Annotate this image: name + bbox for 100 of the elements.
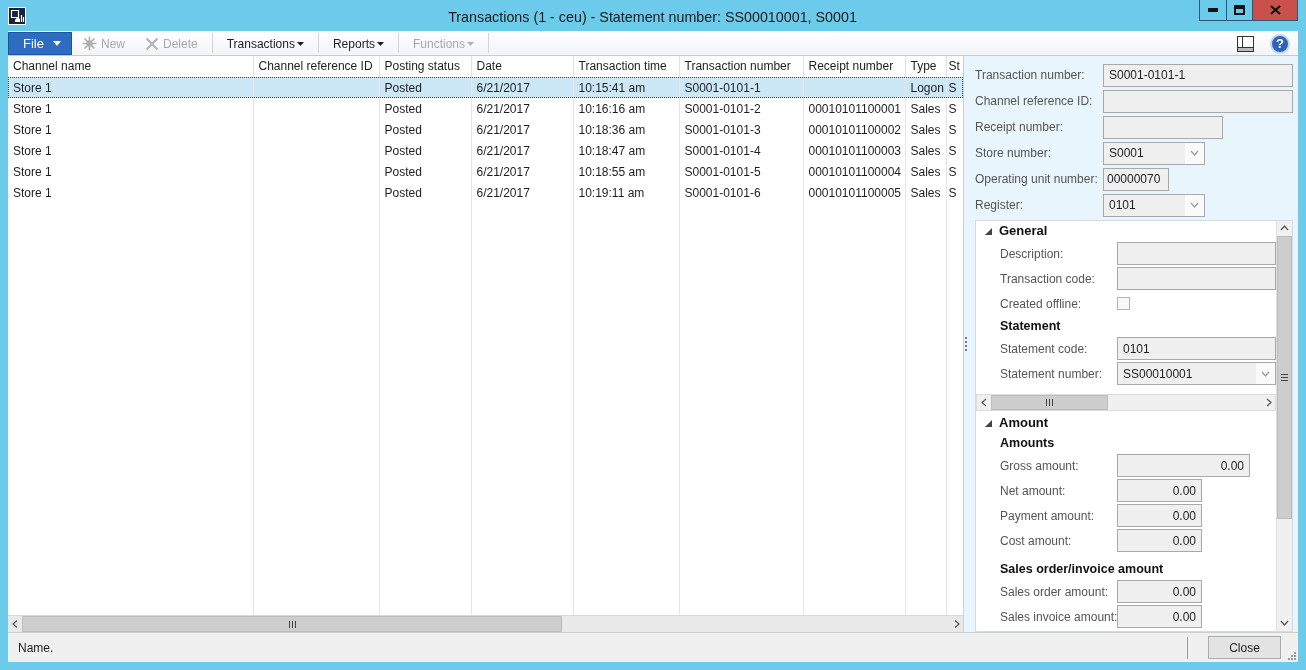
menu-button[interactable]: Transactions: [216, 32, 314, 55]
table-cell: 00010101100005: [803, 182, 905, 203]
table-cell: 10:16:16 am: [573, 98, 679, 119]
resize-grip-icon[interactable]: [1288, 652, 1296, 660]
app-icon: [8, 7, 26, 25]
close-icon: [1269, 5, 1281, 15]
menu-button[interactable]: Reports: [322, 32, 394, 55]
horizontal-scrollbar[interactable]: [8, 615, 963, 632]
text-field[interactable]: [1117, 242, 1276, 265]
text-field[interactable]: 0101: [1117, 337, 1276, 360]
section-toggle[interactable]: Amount: [976, 413, 1276, 433]
scrollbar-thumb[interactable]: [22, 616, 562, 632]
amount-field[interactable]: 0.00: [1117, 580, 1202, 603]
horizontal-scrollbar[interactable]: [976, 394, 1276, 411]
help-button[interactable]: ?: [1270, 33, 1290, 54]
scrollbar-thumb[interactable]: [991, 395, 1108, 410]
minimize-button[interactable]: [1199, 0, 1227, 21]
table-cell: Sales: [905, 161, 946, 182]
table-row[interactable]: Store 1 Posted 6/21/2017 10:16:16 am S0001-0101-2 00010101100001 Sales S: [8, 98, 963, 119]
table-row[interactable]: Store 1 Posted 6/21/2017 10:19:11 am S0001-0101-6 00010101100005 Sales S: [8, 182, 963, 203]
table-cell: S0001-0101-3: [679, 119, 803, 140]
table-cell: Posted: [379, 119, 471, 140]
field-label: Sales invoice amount:: [1000, 608, 1117, 626]
table-cell: 6/21/2017: [471, 140, 573, 161]
table-cell: Sales: [905, 182, 946, 203]
dropdown-field[interactable]: 0101: [1103, 193, 1205, 217]
table-cell: 00010101100003: [803, 140, 905, 161]
text-field[interactable]: 00000070: [1103, 167, 1169, 191]
window-title: Transactions (1 - ceu) - Statement number: SS00010001, S0001: [447, 8, 858, 27]
table-cell: S0001-0101-4: [679, 140, 803, 161]
table-cell: Posted: [379, 140, 471, 161]
table-cell: Posted: [379, 98, 471, 119]
grip-icon: [1046, 399, 1053, 406]
table-row[interactable]: Store 1 Posted 6/21/2017 10:18:36 am S0001-0101-3 00010101100002 Sales S: [8, 119, 963, 140]
table-cell: 10:19:11 am: [573, 182, 679, 203]
table-cell: Store 1: [8, 182, 253, 203]
caret-down-icon: [53, 41, 61, 46]
maximize-icon: [1234, 5, 1245, 15]
chevron-down-icon: [1190, 149, 1199, 157]
dropdown-field[interactable]: SS00010001: [1117, 362, 1276, 385]
field-label: Net amount:: [1000, 482, 1067, 500]
table-cell: S: [946, 98, 963, 119]
scrollbar-thumb[interactable]: [1277, 236, 1292, 519]
table-cell: S0001-0101-2: [679, 98, 803, 119]
file-menu-button[interactable]: File: [8, 32, 72, 55]
table-cell: 00010101100001: [803, 98, 905, 119]
field-label: Payment amount:: [1000, 507, 1096, 525]
amount-field[interactable]: 0.00: [1117, 479, 1202, 502]
table-row[interactable]: Store 1 Posted 6/21/2017 10:15:41 am S0001-0101-1 Logon S: [8, 77, 963, 98]
group-heading: Statement: [1000, 317, 1062, 335]
cross-icon: [145, 36, 159, 51]
text-field[interactable]: [1117, 267, 1276, 290]
table-cell: S0001-0101-1: [679, 77, 803, 98]
table-cell: S: [946, 182, 963, 203]
vertical-scrollbar[interactable]: [1276, 221, 1292, 631]
field-label: Store number:: [975, 145, 1053, 162]
text-field[interactable]: [1103, 115, 1223, 139]
group-heading: Sales order/invoice amount: [1000, 560, 1165, 578]
table-cell: Logon: [905, 77, 946, 98]
group-heading: Amounts: [1000, 434, 1056, 452]
field-label: Statement code:: [1000, 340, 1089, 358]
field-label: Transaction code:: [1000, 270, 1096, 288]
chevron-down-icon: [1190, 201, 1199, 209]
field-label: Gross amount:: [1000, 457, 1080, 475]
table-cell: 6/21/2017: [471, 77, 573, 98]
table-cell: S0001-0101-6: [679, 182, 803, 203]
table-cell: 6/21/2017: [471, 119, 573, 140]
field-label: Created offline:: [1000, 295, 1083, 313]
table-cell: 00010101100002: [803, 119, 905, 140]
amount-field[interactable]: 0.00: [1117, 605, 1202, 628]
checkbox[interactable]: [1117, 297, 1130, 310]
table-cell: Sales: [905, 140, 946, 161]
text-field[interactable]: [1103, 89, 1293, 113]
table-cell: Sales: [905, 98, 946, 119]
table-row[interactable]: Store 1 Posted 6/21/2017 10:18:55 am S0001-0101-5 00010101100004 Sales S: [8, 161, 963, 182]
table-cell: 6/21/2017: [471, 161, 573, 182]
amount-field[interactable]: 0.00: [1117, 529, 1202, 552]
text-field[interactable]: S0001-0101-1: [1103, 63, 1293, 87]
table-cell: 10:18:36 am: [573, 119, 679, 140]
dropdown-field[interactable]: S0001: [1103, 141, 1205, 165]
table-cell: Store 1: [8, 77, 253, 98]
close-button[interactable]: Close: [1208, 636, 1281, 659]
amount-field[interactable]: 0.00: [1117, 454, 1250, 477]
window-layout-icon[interactable]: [1237, 35, 1254, 52]
field-label: Register:: [975, 197, 1025, 214]
grip-icon: [288, 620, 296, 628]
table-cell: 6/21/2017: [471, 182, 573, 203]
table-cell: Posted: [379, 77, 471, 98]
table-row[interactable]: Store 1 Posted 6/21/2017 10:18:47 am S0001-0101-4 00010101100003 Sales S: [8, 140, 963, 161]
section-toggle[interactable]: General: [976, 221, 1276, 241]
table-cell: S0001-0101-5: [679, 161, 803, 182]
field-label: Sales order amount:: [1000, 583, 1110, 601]
field-label: Description:: [1000, 245, 1065, 263]
field-label: Statement number:: [1000, 365, 1104, 383]
amount-field[interactable]: 0.00: [1117, 504, 1202, 527]
close-window-button[interactable]: [1253, 0, 1298, 21]
field-label: Transaction number:: [975, 67, 1086, 84]
table-cell: Posted: [379, 161, 471, 182]
starburst-icon: [82, 36, 97, 51]
table-cell: 10:18:55 am: [573, 161, 679, 182]
